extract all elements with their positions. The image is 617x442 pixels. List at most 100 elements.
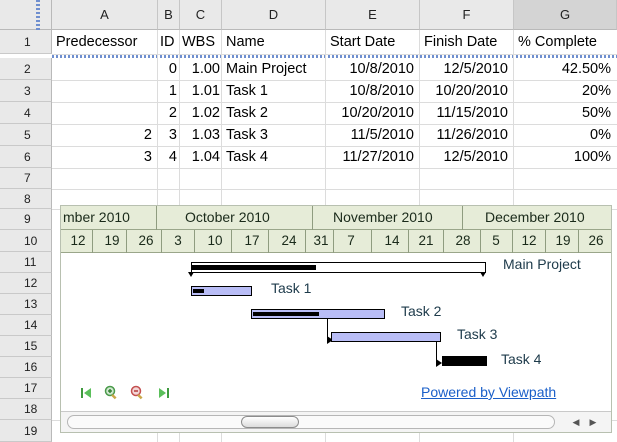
row-header[interactable]: 17 [0,378,52,399]
cell-percent-complete[interactable]: 42.50% [514,58,617,80]
week-divider [231,230,232,253]
cell-id[interactable]: 2 [158,102,180,124]
gantt-horizontal-scrollbar[interactable]: ◀ ▶ [61,411,611,432]
cell-wbs[interactable]: 1.02 [180,102,222,124]
cell-predecessor[interactable]: 3 [52,146,158,168]
header-percent-complete[interactable]: % Complete [514,30,617,54]
row-header[interactable]: 11 [0,252,52,273]
week-label: 26 [588,233,604,248]
week-divider [333,230,334,253]
zoom-in-icon[interactable] [103,384,121,402]
header-id[interactable]: ID [158,30,180,54]
gantt-chart[interactable]: mber 2010 October 2010 November 2010 Dec… [60,205,612,433]
cell-name[interactable]: Main Project [222,58,326,80]
row-header[interactable]: 15 [0,336,52,357]
cell-percent-complete[interactable]: 20% [514,80,617,102]
header-start-date[interactable]: Start Date [326,30,420,54]
row-header[interactable]: 13 [0,294,52,315]
first-page-icon[interactable] [77,384,95,402]
row-header[interactable]: 12 [0,273,52,294]
week-divider [512,230,513,253]
month-divider [462,206,463,230]
task-4-bar[interactable] [442,356,487,366]
scrollbar-track[interactable] [67,415,555,429]
select-all-corner[interactable] [0,0,52,30]
task-3-bar[interactable] [331,332,441,342]
week-divider [268,230,269,253]
cell-percent-complete[interactable]: 100% [514,146,617,168]
cell-wbs[interactable]: 1.04 [180,146,222,168]
row-header[interactable]: 19 [0,420,52,442]
week-divider [305,230,306,253]
cell-finish-date[interactable]: 11/15/2010 [420,102,514,124]
header-predecessor[interactable]: Predecessor [52,30,158,54]
row-header[interactable]: 6 [0,146,52,168]
spreadsheet: A B C D E F G 1 2 3 4 5 6 7 8 9 10 11 12… [0,0,617,442]
row-header[interactable]: 1 [0,30,52,54]
zoom-out-icon[interactable] [129,384,147,402]
cell-start-date[interactable]: 11/5/2010 [326,124,420,146]
cell-finish-date[interactable]: 12/5/2010 [420,58,514,80]
main-project-progress [192,265,316,270]
column-header-g[interactable]: G [514,0,617,30]
header-name[interactable]: Name [222,30,326,54]
row-header[interactable]: 9 [0,209,52,230]
cell-id[interactable]: 0 [158,58,180,80]
cell-wbs[interactable]: 1.03 [180,124,222,146]
header-finish-date[interactable]: Finish Date [420,30,514,54]
cell-predecessor[interactable] [52,58,158,80]
row-header[interactable]: 7 [0,168,52,189]
column-header-d[interactable]: D [222,0,326,30]
week-divider [371,230,372,253]
week-label: 24 [281,233,297,248]
column-header-c[interactable]: C [180,0,222,30]
cell-start-date[interactable]: 10/8/2010 [326,80,420,102]
column-header-f[interactable]: F [420,0,514,30]
cell-percent-complete[interactable]: 0% [514,124,617,146]
cell-wbs[interactable]: 1.01 [180,80,222,102]
cell-predecessor[interactable]: 2 [52,124,158,146]
cell-finish-date[interactable]: 12/5/2010 [420,146,514,168]
last-page-icon[interactable] [155,384,173,402]
cell-id[interactable]: 3 [158,124,180,146]
cell-name[interactable]: Task 2 [222,102,326,124]
header-wbs[interactable]: WBS [180,30,222,54]
scroll-right-icon[interactable]: ▶ [586,416,600,428]
row-header[interactable]: 10 [0,230,52,252]
cell-predecessor[interactable] [52,102,158,124]
column-header-a[interactable]: A [52,0,158,30]
row-header[interactable]: 4 [0,102,52,124]
cell-finish-date[interactable]: 11/26/2010 [420,124,514,146]
column-header-e[interactable]: E [326,0,420,30]
cell-start-date[interactable]: 11/27/2010 [326,146,420,168]
cell-finish-date[interactable]: 10/20/2010 [420,80,514,102]
scroll-left-icon[interactable]: ◀ [569,416,583,428]
summary-start-marker [188,272,194,277]
cell-id[interactable]: 1 [158,80,180,102]
row-header[interactable]: 2 [0,58,52,80]
cell-name[interactable]: Task 3 [222,124,326,146]
row-header[interactable]: 14 [0,315,52,336]
row-header[interactable]: 18 [0,399,52,420]
row-header[interactable]: 5 [0,124,52,146]
split-grip[interactable] [36,0,40,30]
column-header-b[interactable]: B [158,0,180,30]
cell-percent-complete[interactable]: 50% [514,102,617,124]
cell-start-date[interactable]: 10/20/2010 [326,102,420,124]
cell-id[interactable]: 4 [158,146,180,168]
powered-by-viewpath-link[interactable]: Powered by Viewpath [421,384,556,400]
scrollbar-thumb[interactable] [241,416,299,428]
row-header[interactable]: 3 [0,80,52,102]
row-header[interactable]: 8 [0,189,52,209]
row-header[interactable]: 16 [0,357,52,378]
cell-predecessor[interactable] [52,80,158,102]
week-label: 12 [521,233,537,248]
cell-name[interactable]: Task 4 [222,146,326,168]
task-label-main-project: Main Project [503,256,581,272]
week-label: 3 [174,233,182,248]
cell-start-date[interactable]: 10/8/2010 [326,58,420,80]
summary-end-marker [480,272,486,277]
cell-name[interactable]: Task 1 [222,80,326,102]
month-divider [156,206,157,230]
cell-wbs[interactable]: 1.00 [180,58,222,80]
